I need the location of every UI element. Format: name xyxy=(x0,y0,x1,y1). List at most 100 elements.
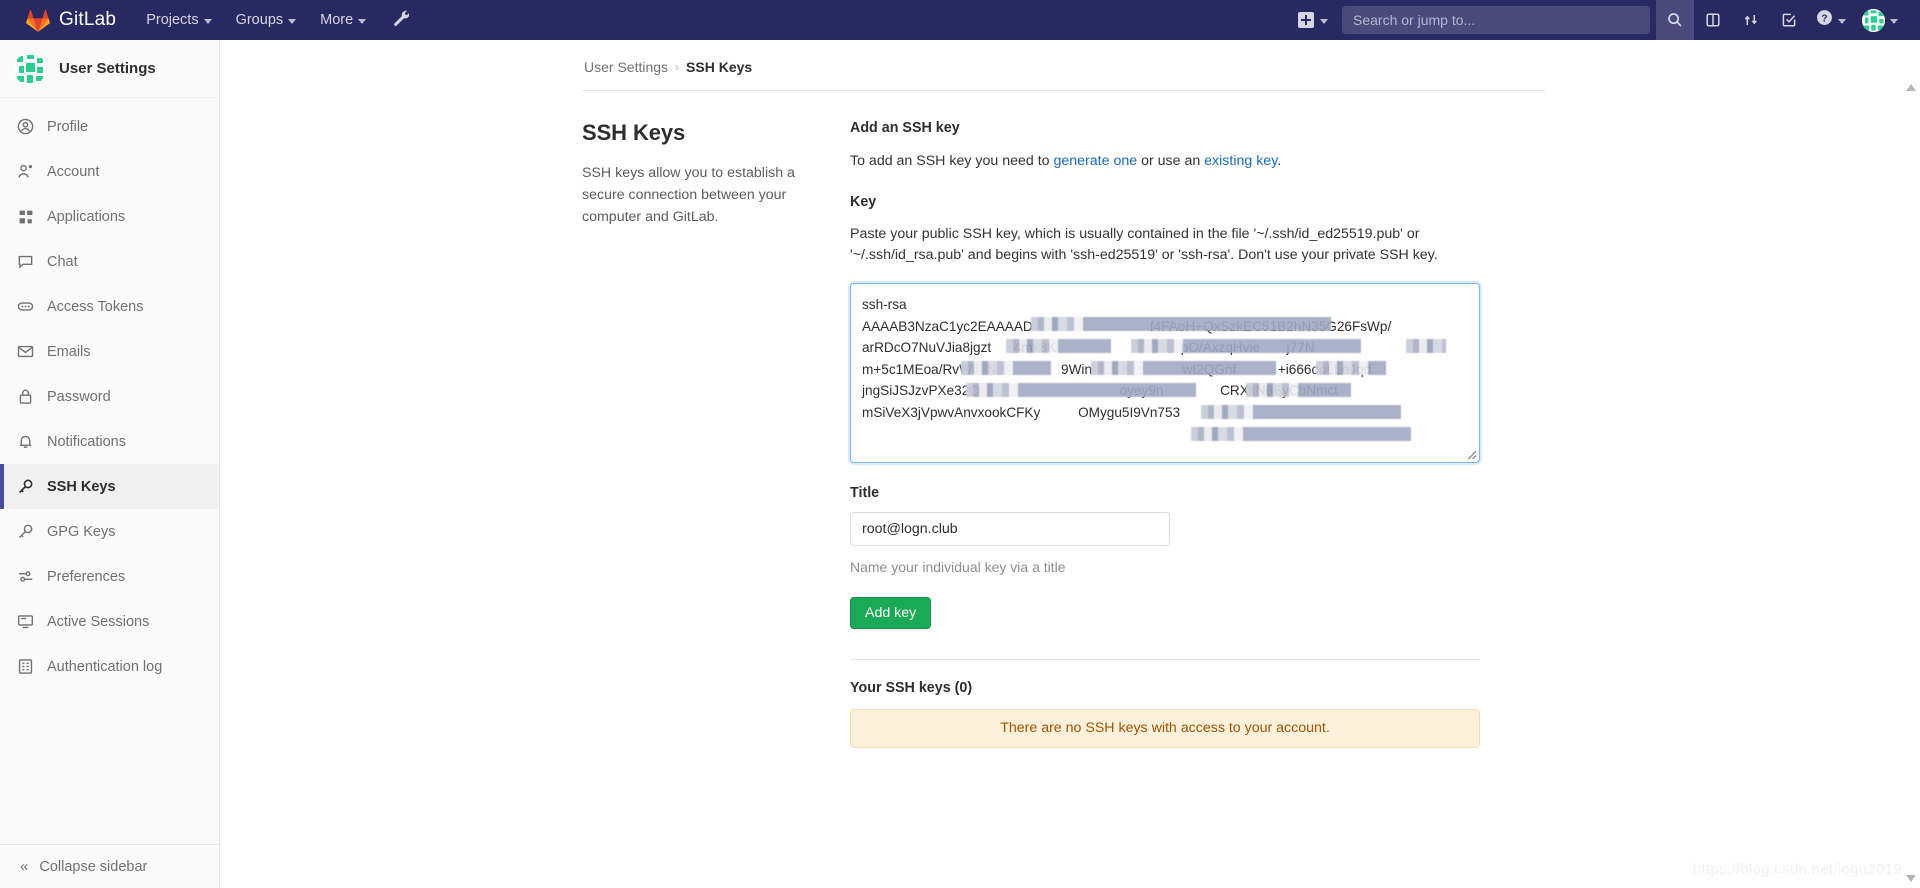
create-new-dropdown[interactable] xyxy=(1288,0,1338,40)
title-input[interactable] xyxy=(850,512,1170,547)
navbar-right-group: ? xyxy=(1288,0,1920,40)
account-gear-icon xyxy=(17,163,34,180)
search-input[interactable] xyxy=(1342,6,1650,34)
section-divider xyxy=(850,659,1480,661)
sidebar-item-emails[interactable]: Emails xyxy=(0,329,219,374)
two-column-layout: SSH Keys SSH keys allow you to establish… xyxy=(582,120,1582,748)
form-intro-prefix: To add an SSH key you need to xyxy=(850,153,1054,169)
merge-request-icon xyxy=(1743,12,1759,28)
nav-projects[interactable]: Projects xyxy=(134,0,223,40)
sidebar-item-chat[interactable]: Chat xyxy=(0,239,219,284)
nav-more[interactable]: More xyxy=(308,0,378,40)
breadcrumb-divider xyxy=(582,90,1545,91)
navbar-left-group: GitLab Projects Groups More xyxy=(0,0,423,40)
sidebar-item-label: Account xyxy=(47,163,100,180)
page-title: SSH Keys xyxy=(582,120,686,145)
key-icon xyxy=(17,523,34,540)
form-intro-middle: or use an xyxy=(1137,153,1205,169)
brand-label: GitLab xyxy=(59,9,117,30)
existing-key-link[interactable]: existing key xyxy=(1204,153,1277,169)
help-question-icon: ? xyxy=(1816,9,1833,31)
chevron-down-icon xyxy=(1838,18,1846,24)
generate-one-link[interactable]: generate one xyxy=(1054,153,1138,169)
chevron-down-icon xyxy=(1320,18,1328,24)
sidebar-item-label: Authentication log xyxy=(47,658,163,675)
settings-sidebar: User Settings Profile Account Applicatio… xyxy=(0,40,220,888)
sidebar-item-profile[interactable]: Profile xyxy=(0,104,219,149)
sidebar-nav-list: Profile Account Applications Chat Access… xyxy=(0,98,219,689)
breadcrumb-parent[interactable]: User Settings xyxy=(584,59,668,75)
breadcrumb: User Settings › SSH Keys xyxy=(582,52,1582,82)
chevron-down-icon xyxy=(358,18,367,24)
issues-board-button[interactable] xyxy=(1694,0,1732,40)
sidebar-item-label: Access Tokens xyxy=(47,298,144,315)
bell-icon xyxy=(17,433,34,450)
add-key-button[interactable]: Add key xyxy=(850,597,932,630)
add-key-form-column: Add an SSH key To add an SSH key you nee… xyxy=(850,120,1480,748)
collapse-sidebar-button[interactable]: « Collapse sidebar xyxy=(0,844,219,888)
sidebar-title: User Settings xyxy=(59,60,156,77)
your-ssh-keys-heading: Your SSH keys (0) xyxy=(850,680,973,697)
list-log-icon xyxy=(17,658,34,675)
empty-keys-alert: There are no SSH keys with access to you… xyxy=(850,709,1480,748)
issues-board-icon xyxy=(1705,12,1721,28)
sidebar-item-label: Notifications xyxy=(47,433,126,450)
nav-groups[interactable]: Groups xyxy=(224,0,309,40)
key-textarea-container[interactable] xyxy=(850,283,1480,464)
sidebar-item-authentication-log[interactable]: Authentication log xyxy=(0,644,219,689)
sidebar-item-label: Profile xyxy=(47,118,89,135)
user-menu-dropdown[interactable] xyxy=(1854,0,1906,40)
lock-icon xyxy=(17,388,34,405)
gitlab-home-link[interactable]: GitLab xyxy=(0,0,134,40)
chevron-down-icon xyxy=(1890,18,1898,24)
sidebar-item-label: Preferences xyxy=(47,568,126,585)
todos-checkmark-icon xyxy=(1781,12,1797,28)
todos-button[interactable] xyxy=(1770,0,1808,40)
sidebar-header[interactable]: User Settings xyxy=(0,40,219,98)
sidebar-item-label: Chat xyxy=(47,253,78,270)
token-pill-icon xyxy=(17,298,34,315)
page-description: SSH keys allow you to establish a secure… xyxy=(582,165,795,225)
sidebar-item-access-tokens[interactable]: Access Tokens xyxy=(0,284,219,329)
scroll-up-arrow[interactable] xyxy=(1906,84,1916,91)
envelope-icon xyxy=(17,343,34,360)
nav-more-label: More xyxy=(320,12,354,28)
chat-bubble-icon xyxy=(17,253,34,270)
watermark: https://blog.csdn.net/logn2019 xyxy=(1692,861,1902,878)
chevron-down-icon xyxy=(203,18,212,24)
user-avatar-identicon xyxy=(14,52,46,85)
sidebar-item-label: GPG Keys xyxy=(47,523,116,540)
form-heading: Add an SSH key xyxy=(850,120,960,136)
nav-groups-label: Groups xyxy=(235,12,284,28)
form-intro-paragraph: To add an SSH key you need to generate o… xyxy=(850,151,1480,172)
form-intro-suffix: . xyxy=(1277,153,1282,169)
scroll-down-arrow[interactable] xyxy=(1906,875,1916,882)
sidebar-item-preferences[interactable]: Preferences xyxy=(0,554,219,599)
sidebar-item-gpg-keys[interactable]: GPG Keys xyxy=(0,509,219,554)
sliders-icon xyxy=(17,568,34,585)
sidebar-item-ssh-keys[interactable]: SSH Keys xyxy=(0,464,219,509)
avatar xyxy=(1862,8,1885,32)
key-icon xyxy=(17,478,34,495)
gitlab-logo-icon xyxy=(26,9,50,32)
merge-requests-button[interactable] xyxy=(1732,0,1770,40)
sidebar-item-account[interactable]: Account xyxy=(0,149,219,194)
sidebar-item-active-sessions[interactable]: Active Sessions xyxy=(0,599,219,644)
search-submit-button[interactable] xyxy=(1656,0,1694,40)
help-dropdown[interactable]: ? xyxy=(1808,0,1854,40)
sidebar-item-label: Password xyxy=(47,388,111,405)
sidebar-item-password[interactable]: Password xyxy=(0,374,219,419)
key-textarea[interactable] xyxy=(851,284,1479,463)
sidebar-item-applications[interactable]: Applications xyxy=(0,194,219,239)
top-navbar: GitLab Projects Groups More Search or ju… xyxy=(0,0,1920,40)
svg-text:?: ? xyxy=(1821,13,1827,24)
user-circle-icon xyxy=(17,118,34,135)
breadcrumb-current[interactable]: SSH Keys xyxy=(686,59,752,75)
title-field-help: Name your individual key via a title xyxy=(850,559,1066,576)
content-wrapper: User Settings › SSH Keys SSH Keys SSH ke… xyxy=(582,40,1582,748)
chevron-double-left-icon: « xyxy=(20,858,29,875)
sidebar-item-notifications[interactable]: Notifications xyxy=(0,419,219,464)
key-field-label: Key xyxy=(850,193,877,210)
collapse-sidebar-label: Collapse sidebar xyxy=(39,858,148,875)
admin-area-button[interactable] xyxy=(378,0,423,40)
